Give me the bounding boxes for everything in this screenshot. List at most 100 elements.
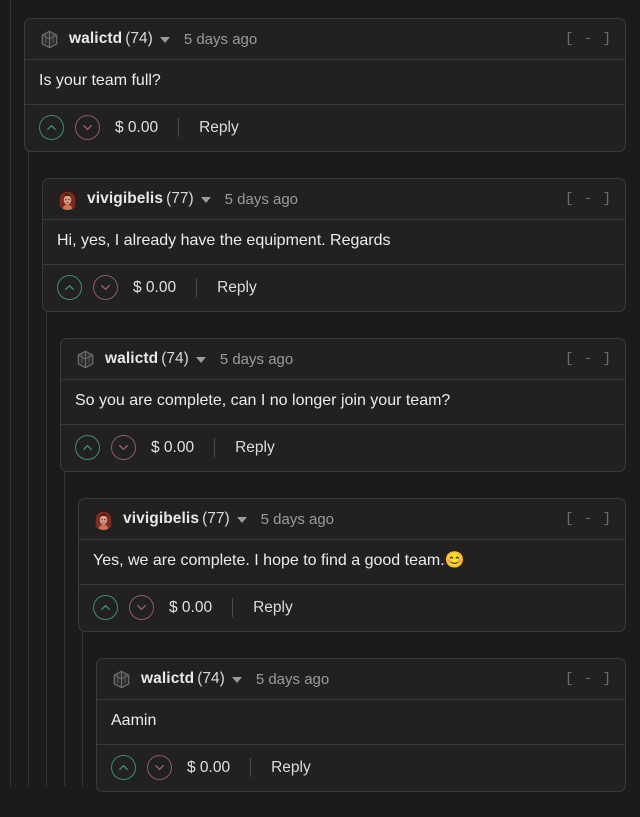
author-name[interactable]: walictd xyxy=(141,670,194,688)
payout-value[interactable]: $ 0.00 xyxy=(187,759,230,777)
payout-value[interactable]: $ 0.00 xyxy=(169,599,212,617)
author-name[interactable]: vivigibelis xyxy=(87,190,163,208)
comment-header: vivigibelis (77) 5 days ago [ - ] xyxy=(43,179,625,220)
comment-timestamp: 5 days ago xyxy=(224,190,299,208)
comment-timestamp: 5 days ago xyxy=(260,510,335,528)
reply-button[interactable]: Reply xyxy=(199,119,239,137)
comment-c2: vivigibelis (77) 5 days ago [ - ] Hi, yes, I… xyxy=(42,178,626,312)
downvote-button[interactable] xyxy=(93,275,118,301)
comment-c1: walictd (74) 5 days ago [ - ] Is your team f… xyxy=(24,18,626,152)
avatar[interactable] xyxy=(75,349,105,370)
comment-header: walictd (74) 5 days ago [ - ] xyxy=(97,659,625,700)
chevron-down-icon xyxy=(137,605,146,611)
cube-avatar-icon xyxy=(113,670,130,688)
collapse-toggle[interactable]: [ - ] xyxy=(565,191,612,207)
author-name[interactable]: vivigibelis xyxy=(123,510,199,528)
payout-value[interactable]: $ 0.00 xyxy=(133,279,176,297)
comment-header: vivigibelis (77) 5 days ago [ - ] xyxy=(79,499,625,540)
thread-guide-line-1 xyxy=(28,150,29,786)
comment-card: vivigibelis (77) 5 days ago [ - ] Yes, we ar… xyxy=(78,498,626,632)
reply-button[interactable]: Reply xyxy=(217,279,257,297)
avatar[interactable] xyxy=(39,29,69,50)
thread-guide-line-3 xyxy=(64,470,65,786)
chevron-up-icon xyxy=(101,605,110,611)
comment-body: Yes, we are complete. I hope to find a g… xyxy=(79,540,625,585)
comment-card: walictd (74) 5 days ago [ - ] Aamin $ 0.00 Rep… xyxy=(96,658,626,792)
upvote-button[interactable] xyxy=(93,595,118,621)
reply-button[interactable]: Reply xyxy=(271,759,311,777)
upvote-button[interactable] xyxy=(75,435,100,461)
collapse-toggle[interactable]: [ - ] xyxy=(565,31,612,47)
comment-timestamp: 5 days ago xyxy=(255,670,330,688)
collapse-toggle[interactable]: [ - ] xyxy=(565,511,612,527)
cube-avatar-icon xyxy=(77,350,94,368)
avatar[interactable] xyxy=(111,669,141,690)
author-name[interactable]: walictd xyxy=(105,350,158,368)
payout-value[interactable]: $ 0.00 xyxy=(115,119,158,137)
comment-c3: walictd (74) 5 days ago [ - ] So you are com… xyxy=(60,338,626,472)
comment-body: Hi, yes, I already have the equipment. R… xyxy=(43,220,625,265)
upvote-button[interactable] xyxy=(111,755,136,781)
chevron-down-icon[interactable] xyxy=(159,37,170,43)
footer-divider xyxy=(214,438,216,458)
chevron-up-icon xyxy=(119,765,128,771)
chevron-up-icon xyxy=(47,125,56,131)
author-name[interactable]: walictd xyxy=(69,30,122,48)
chevron-down-icon[interactable] xyxy=(195,357,206,363)
comment-c4: vivigibelis (77) 5 days ago [ - ] Yes, we ar… xyxy=(78,498,626,632)
reply-button[interactable]: Reply xyxy=(253,599,293,617)
collapse-toggle[interactable]: [ - ] xyxy=(565,671,612,687)
downvote-button[interactable] xyxy=(111,435,136,461)
comment-footer: $ 0.00 Reply xyxy=(97,745,625,791)
author-reputation: (77) xyxy=(202,510,230,527)
chevron-down-icon[interactable] xyxy=(236,517,247,523)
downvote-button[interactable] xyxy=(129,595,154,621)
thread-guide-line-0 xyxy=(10,0,11,786)
upvote-button[interactable] xyxy=(39,115,64,141)
thread-guide-line-2 xyxy=(46,310,47,786)
collapse-toggle[interactable]: [ - ] xyxy=(565,351,612,367)
downvote-button[interactable] xyxy=(147,755,172,781)
payout-value[interactable]: $ 0.00 xyxy=(151,439,194,457)
user-photo-avatar xyxy=(93,508,114,530)
comment-footer: $ 0.00 Reply xyxy=(25,105,625,151)
comment-footer: $ 0.00 Reply xyxy=(61,425,625,471)
comment-card: walictd (74) 5 days ago [ - ] So you are com… xyxy=(60,338,626,472)
chevron-down-icon xyxy=(101,285,110,291)
reply-button[interactable]: Reply xyxy=(235,439,275,457)
comment-card: vivigibelis (77) 5 days ago [ - ] Hi, yes, I… xyxy=(42,178,626,312)
comment-footer: $ 0.00 Reply xyxy=(79,585,625,631)
comment-thread: walictd (74) 5 days ago[ - ] Is your team f… xyxy=(0,0,640,817)
footer-divider xyxy=(178,118,180,138)
upvote-button[interactable] xyxy=(57,275,82,301)
thread-guide-line-4 xyxy=(82,630,83,786)
comment-body: Aamin xyxy=(97,700,625,745)
comment-timestamp: 5 days ago xyxy=(219,350,294,368)
chevron-down-icon[interactable] xyxy=(200,197,211,203)
chevron-down-icon xyxy=(155,765,164,771)
comment-footer: $ 0.00 Reply xyxy=(43,265,625,311)
chevron-down-icon xyxy=(83,125,92,131)
comment-header: walictd (74) 5 days ago [ - ] xyxy=(25,19,625,60)
footer-divider xyxy=(196,278,198,298)
comment-card: walictd (74) 5 days ago [ - ] Is your team f… xyxy=(24,18,626,152)
avatar[interactable] xyxy=(57,188,87,210)
avatar[interactable] xyxy=(93,508,123,530)
chevron-up-icon xyxy=(65,285,74,291)
downvote-button[interactable] xyxy=(75,115,100,141)
comment-body: So you are complete, can I no longer joi… xyxy=(61,380,625,425)
footer-divider xyxy=(232,598,234,618)
user-photo-avatar xyxy=(57,188,78,210)
footer-divider xyxy=(250,758,252,778)
chevron-down-icon xyxy=(119,445,128,451)
author-reputation: (74) xyxy=(125,30,153,47)
chevron-up-icon xyxy=(83,445,92,451)
author-reputation: (74) xyxy=(197,670,225,687)
cube-avatar-icon xyxy=(41,30,58,48)
author-reputation: (74) xyxy=(161,350,189,367)
comment-header: walictd (74) 5 days ago [ - ] xyxy=(61,339,625,380)
author-reputation: (77) xyxy=(166,190,194,207)
comment-body: Is your team full? xyxy=(25,60,625,105)
comment-timestamp: 5 days ago xyxy=(183,30,258,48)
chevron-down-icon[interactable] xyxy=(231,677,242,683)
